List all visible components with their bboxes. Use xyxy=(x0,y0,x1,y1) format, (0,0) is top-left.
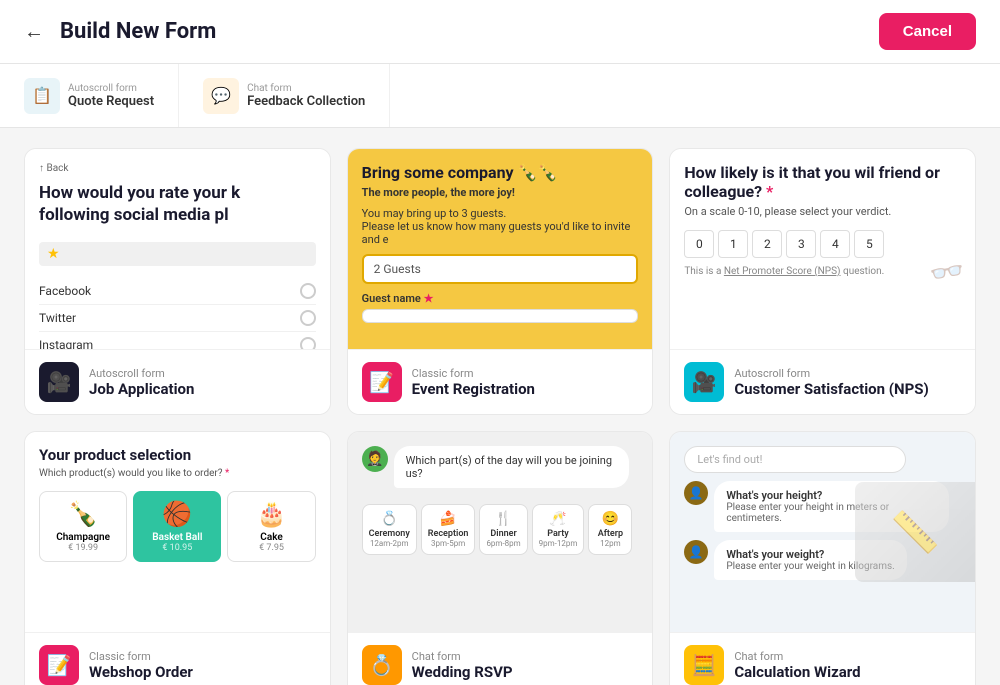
user-avatar-weight: 👤 xyxy=(684,540,708,564)
preview-nps-question: How likely is it that you wil friend or … xyxy=(684,163,961,201)
strip-text-quote: Autoscroll form Quote Request xyxy=(68,83,154,109)
radio-instagram xyxy=(300,337,316,349)
card-footer-calc: 🧮 Chat form Calculation Wizard xyxy=(670,632,975,685)
card-event-registration[interactable]: Bring some company 🍾🍾 The more people, t… xyxy=(347,148,654,415)
preview-guests-input: 2 Guests xyxy=(362,254,639,284)
template-grid: ↑ Back How would you rate your kfollowin… xyxy=(24,148,976,685)
strip-text-feedback: Chat form Feedback Collection xyxy=(247,83,365,109)
top-strip: 📋 Autoscroll form Quote Request 💬 Chat f… xyxy=(0,64,1000,128)
preview-nps-scale-label: On a scale 0-10, please select your verd… xyxy=(684,205,961,218)
bot-avatar: 🤵 xyxy=(362,446,388,472)
card-footer-nps: 🎥 Autoscroll form Customer Satisfaction … xyxy=(670,349,975,414)
slot-dinner: 🍴 Dinner 6pm-8pm xyxy=(479,504,527,555)
footer-text-webshop: Classic form Webshop Order xyxy=(89,650,193,681)
strip-icon-feedback: 💬 xyxy=(203,78,239,114)
strip-item-quote-request[interactable]: 📋 Autoscroll form Quote Request xyxy=(0,64,179,127)
rating-star: ★ xyxy=(47,246,60,262)
card-wedding-rsvp[interactable]: 🤵 Which part(s) of the day will you be j… xyxy=(347,431,654,685)
time-slots: 💍 Ceremony 12am-2pm 🍰 Reception 3pm-5pm … xyxy=(362,504,639,555)
footer-text-wedding: Chat form Wedding RSVP xyxy=(412,650,513,681)
social-twitter: Twitter xyxy=(39,305,316,332)
footer-icon-calc: 🧮 xyxy=(684,645,724,685)
strip-icon-quote: 📋 xyxy=(24,78,60,114)
footer-icon-wedding: 💍 xyxy=(362,645,402,685)
preview-webshop: Your product selection Which product(s) … xyxy=(25,432,330,632)
page-title: Build New Form xyxy=(60,19,216,44)
preview-wedding-rsvp: 🤵 Which part(s) of the day will you be j… xyxy=(348,432,653,632)
footer-icon-job: 🎥 xyxy=(39,362,79,402)
card-footer-job: 🎥 Autoscroll form Job Application xyxy=(25,349,330,414)
card-footer-webshop: 📝 Classic form Webshop Order xyxy=(25,632,330,685)
preview-job-application: ↑ Back How would you rate your kfollowin… xyxy=(25,149,330,349)
slot-party: 🥂 Party 9pm-12pm xyxy=(532,504,585,555)
social-instagram: Instagram xyxy=(39,332,316,349)
card-footer-event: 📝 Classic form Event Registration xyxy=(348,349,653,414)
preview-calc-wizard: 📏 Let's find out! 👤 What's your height? … xyxy=(670,432,975,632)
back-link: ↑ Back xyxy=(39,163,316,174)
strip-item-feedback[interactable]: 💬 Chat form Feedback Collection xyxy=(179,64,390,127)
calc-input: Let's find out! xyxy=(684,446,905,473)
slot-ceremony: 💍 Ceremony 12am-2pm xyxy=(362,504,417,555)
preview-event-title: Bring some company 🍾🍾 xyxy=(362,163,639,182)
slot-reception: 🍰 Reception 3pm-5pm xyxy=(421,504,476,555)
back-button[interactable]: ← xyxy=(24,19,44,44)
footer-icon-event: 📝 xyxy=(362,362,402,402)
preview-webshop-title: Your product selection xyxy=(39,446,316,464)
glasses-decoration: 👓 xyxy=(928,253,968,292)
card-footer-wedding: 💍 Chat form Wedding RSVP xyxy=(348,632,653,685)
footer-text-calc: Chat form Calculation Wizard xyxy=(734,650,860,681)
preview-question: How would you rate your kfollowing socia… xyxy=(39,182,316,226)
preview-guest-name-input xyxy=(362,309,639,323)
card-calculation-wizard[interactable]: 📏 Let's find out! 👤 What's your height? … xyxy=(669,431,976,685)
card-nps[interactable]: How likely is it that you wil friend or … xyxy=(669,148,976,415)
chat-bubbles: 🤵 Which part(s) of the day will you be j… xyxy=(362,446,639,555)
chat-bubble-question: Which part(s) of the day will you be joi… xyxy=(394,446,629,488)
footer-icon-webshop: 📝 xyxy=(39,645,79,685)
tape-measure-decoration: 📏 xyxy=(855,482,975,582)
radio-facebook xyxy=(300,283,316,299)
product-champagne: 🍾 Champagne € 19.99 xyxy=(39,491,127,562)
social-facebook: Facebook xyxy=(39,278,316,305)
preview-event-registration: Bring some company 🍾🍾 The more people, t… xyxy=(348,149,653,349)
footer-text-nps: Autoscroll form Customer Satisfaction (N… xyxy=(734,367,928,398)
product-basketball: 🏀 Basket Ball € 10.95 xyxy=(133,491,221,562)
footer-text-job: Autoscroll form Job Application xyxy=(89,367,194,398)
user-avatar-height: 👤 xyxy=(684,481,708,505)
product-cake: 🎂 Cake € 7.95 xyxy=(227,491,315,562)
main-content: ↑ Back How would you rate your kfollowin… xyxy=(0,128,1000,685)
header-left: ← Build New Form xyxy=(24,19,216,44)
preview-nps: How likely is it that you wil friend or … xyxy=(670,149,975,349)
rating-bar: ★ xyxy=(39,242,316,266)
card-webshop[interactable]: Your product selection Which product(s) … xyxy=(24,431,331,685)
footer-icon-nps: 🎥 xyxy=(684,362,724,402)
preview-event-subtitle: The more people, the more joy! xyxy=(362,186,639,199)
preview-guest-name-label: Guest name ★ xyxy=(362,292,639,305)
slot-afterparty: 😊 Afterp 12pm xyxy=(588,504,632,555)
nps-note: This is a Net Promoter Score (NPS) quest… xyxy=(684,266,961,277)
header: ← Build New Form Cancel xyxy=(0,0,1000,64)
preview-event-desc: You may bring up to 3 guests.Please let … xyxy=(362,207,639,246)
card-job-application[interactable]: ↑ Back How would you rate your kfollowin… xyxy=(24,148,331,415)
product-grid: 🍾 Champagne € 19.99 🏀 Basket Ball € 10.9… xyxy=(39,491,316,562)
cancel-button[interactable]: Cancel xyxy=(879,13,976,50)
radio-twitter xyxy=(300,310,316,326)
footer-text-event: Classic form Event Registration xyxy=(412,367,535,398)
preview-webshop-question: Which product(s) would you like to order… xyxy=(39,468,316,479)
nps-scale: 0 1 2 3 4 5 xyxy=(684,230,961,258)
